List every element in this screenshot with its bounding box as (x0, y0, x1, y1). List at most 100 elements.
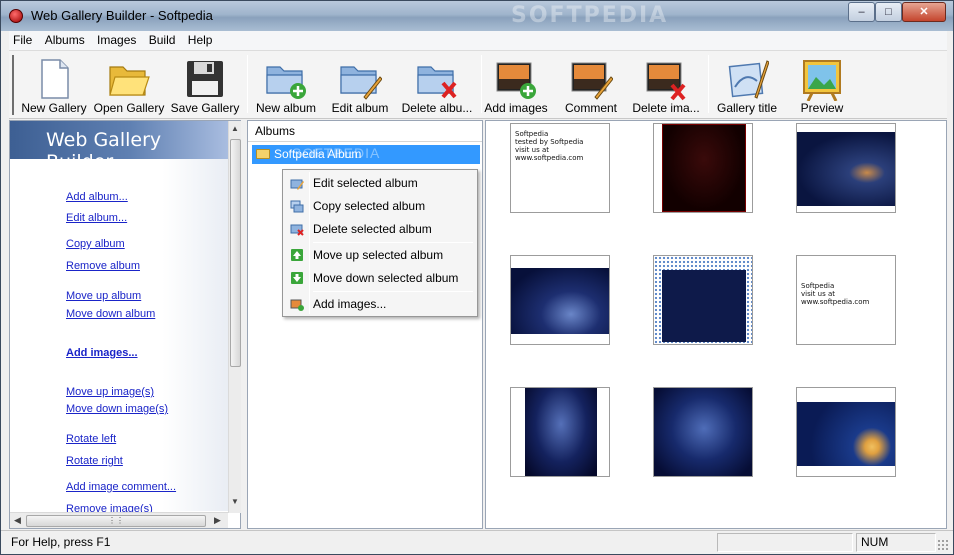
resize-grip-icon[interactable] (937, 539, 949, 551)
task-copy-album[interactable]: Copy album (66, 238, 125, 250)
task-move-up-album[interactable]: Move up album (66, 290, 141, 302)
menu-bar: File Albums Images Build Help (9, 31, 947, 51)
menu-item-move-up-selected-album[interactable]: Move up selected album (285, 244, 475, 266)
scroll-right-arrow-icon[interactable]: ▶ (214, 515, 221, 526)
delete-album-icon (417, 66, 457, 99)
task-rotate-left[interactable]: Rotate left (66, 433, 116, 445)
maximize-button[interactable]: □ (875, 2, 902, 22)
close-button[interactable]: ✕ (902, 2, 946, 22)
edit-album-label: Edit album (331, 101, 389, 115)
album-context-menu: Edit selected album Copy selected album … (282, 169, 478, 317)
status-bar: For Help, press F1 NUM (1, 530, 953, 554)
task-add-images[interactable]: Add images... (66, 347, 138, 359)
album-item-softpedia[interactable]: Softpedia Album SOFTPEDIA (252, 145, 480, 164)
menu-item-label: Move down selected album (313, 271, 459, 285)
thumbnail-text-line: tested by Softpedia (515, 138, 584, 146)
scroll-up-arrow-icon[interactable]: ▲ (231, 124, 239, 133)
menu-images[interactable]: Images (93, 31, 141, 47)
task-rotate-right[interactable]: Rotate right (66, 455, 123, 467)
preview-button[interactable]: Preview (789, 53, 855, 117)
task-edit-album[interactable]: Edit album... (66, 212, 127, 224)
open-gallery-button[interactable]: Open Gallery (93, 53, 165, 117)
task-panel-horizontal-scrollbar[interactable]: ◀ ⋮⋮ ▶ (10, 512, 228, 528)
easel-preview-icon (803, 60, 841, 101)
menu-albums[interactable]: Albums (41, 31, 90, 47)
gallery-title-button[interactable]: Gallery title (712, 53, 782, 117)
menu-file[interactable]: File (9, 31, 37, 47)
thumbnail-image[interactable] (510, 255, 610, 345)
thumbnail-image[interactable] (796, 387, 896, 477)
add-images-button[interactable]: Add images (483, 53, 549, 117)
thumbnail-text: Softpedia tested by Softpedia visit us a… (515, 130, 609, 162)
new-gallery-label: New Gallery (21, 101, 87, 115)
delete-image-button[interactable]: Delete ima... (629, 53, 703, 117)
thumbnail-image[interactable] (510, 387, 610, 477)
num-lock-indicator: NUM (861, 535, 889, 549)
toolbar-separator (481, 55, 482, 113)
thumbnail-text-line: Softpedia (515, 130, 549, 138)
delete-album-button[interactable]: Delete albu... (399, 53, 475, 117)
task-move-up-images[interactable]: Move up image(s) (66, 386, 154, 398)
window-title: Web Gallery Builder - Softpedia (31, 8, 213, 23)
menu-help[interactable]: Help (184, 31, 218, 47)
blue-swirl-image (797, 132, 895, 206)
toolbar-separator (708, 55, 709, 113)
dark-blue-image (662, 270, 746, 342)
task-add-image-comment[interactable]: Add image comment... (66, 481, 176, 493)
menu-item-delete-selected-album[interactable]: Delete selected album (285, 218, 475, 240)
toolbar: New Gallery Open Gallery Save Gallery Ne… (9, 51, 947, 119)
task-add-album[interactable]: Add album... (66, 191, 128, 203)
task-panel-vertical-scrollbar[interactable]: ▲ ▼ (228, 121, 241, 513)
thumbnail-image[interactable]: Softpedia tested by Softpedia visit us a… (510, 123, 610, 213)
toolbar-grip[interactable] (12, 55, 16, 115)
comment-button[interactable]: Comment (559, 53, 623, 117)
task-move-down-album[interactable]: Move down album (66, 308, 155, 320)
menu-item-add-images[interactable]: Add images... (285, 293, 475, 315)
thumbnail-image[interactable] (653, 255, 753, 345)
task-move-down-images[interactable]: Move down image(s) (66, 403, 168, 415)
horizontal-scroll-thumb[interactable]: ⋮⋮ (26, 515, 206, 527)
edit-album-icon (290, 179, 304, 190)
thumbnail-image[interactable]: Softpedia visit us at www.softpedia.com (796, 255, 896, 345)
menu-build[interactable]: Build (145, 31, 181, 47)
dark-red-image (662, 124, 746, 212)
task-list: Add album... Edit album... Copy album Re… (10, 159, 228, 515)
menu-separator (313, 291, 473, 292)
copy-album-icon (290, 200, 304, 213)
comment-label: Comment (564, 101, 617, 115)
blue-portrait-image (525, 388, 597, 476)
task-remove-album[interactable]: Remove album (66, 260, 140, 272)
move-up-icon (291, 249, 303, 261)
blue-night-image (654, 388, 752, 476)
delete-album-icon (290, 224, 304, 236)
comment-image-icon (571, 62, 613, 100)
thumbnail-image[interactable] (796, 123, 896, 213)
menu-item-copy-selected-album[interactable]: Copy selected album (285, 195, 475, 217)
preview-label: Preview (800, 101, 844, 115)
folder-icon (256, 149, 270, 159)
save-gallery-button[interactable]: Save Gallery (169, 53, 241, 117)
delete-image-icon (646, 62, 686, 101)
save-gallery-label: Save Gallery (170, 101, 240, 115)
menu-item-move-down-selected-album[interactable]: Move down selected album (285, 267, 475, 289)
albums-header: Albums (248, 121, 482, 142)
thumbnail-text-line: Softpedia (801, 282, 835, 290)
minimize-button[interactable]: – (848, 2, 875, 22)
new-album-button[interactable]: New album (251, 53, 321, 117)
edit-album-button[interactable]: Edit album (327, 53, 393, 117)
scroll-left-arrow-icon[interactable]: ◀ (14, 515, 21, 526)
menu-item-label: Move up selected album (313, 248, 444, 262)
task-panel: Web Gallery Builder Add album... Edit al… (9, 120, 241, 529)
floppy-disk-icon (187, 61, 223, 97)
vertical-scroll-thumb[interactable] (230, 139, 241, 367)
scroll-down-arrow-icon[interactable]: ▼ (231, 497, 239, 506)
app-window: Web Gallery Builder - Softpedia SOFTPEDI… (0, 0, 954, 555)
menu-item-label: Add images... (313, 297, 387, 311)
thumbnail-image[interactable] (653, 123, 753, 213)
add-image-icon (290, 299, 304, 311)
menu-item-edit-selected-album[interactable]: Edit selected album (285, 172, 475, 194)
menu-item-label: Copy selected album (313, 199, 426, 213)
gallery-title-icon (728, 60, 769, 99)
thumbnail-image[interactable] (653, 387, 753, 477)
new-gallery-button[interactable]: New Gallery (19, 53, 89, 117)
